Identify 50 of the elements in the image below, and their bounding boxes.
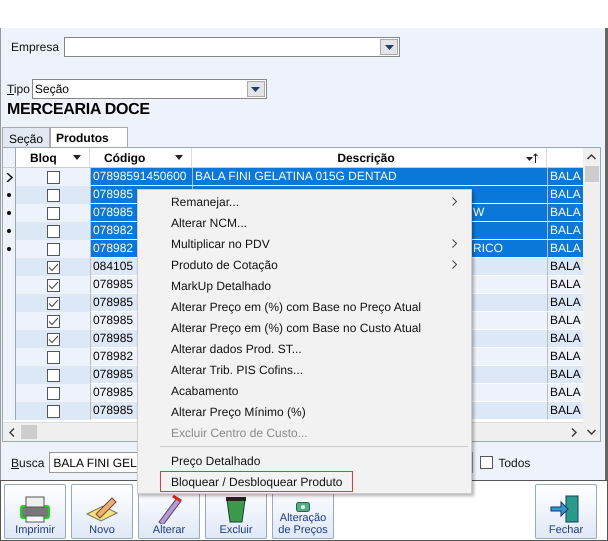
row-checkbox[interactable]	[46, 350, 60, 364]
row-checkbox[interactable]	[46, 404, 60, 418]
table-cell: BALA	[547, 222, 583, 240]
column-header[interactable]: Código	[90, 148, 192, 167]
row-checkbox[interactable]	[46, 368, 60, 382]
table-cell: BALA	[547, 240, 583, 258]
row-checkbox[interactable]	[46, 260, 60, 274]
section-title: MERCEARIA DOCE	[6, 100, 151, 119]
column-header[interactable]: Bloq	[16, 148, 90, 167]
todos-label: Todos	[498, 456, 530, 470]
row-checkbox[interactable]	[46, 386, 60, 400]
scroll-thumb[interactable]	[21, 425, 37, 439]
scroll-right-icon[interactable]	[571, 428, 577, 436]
empresa-label: Empresa	[11, 40, 60, 54]
table-cell: BALA FINI GELATINA 015G DENTAD	[192, 168, 547, 186]
tab[interactable]: Seção	[2, 127, 50, 147]
busca-label: Busca	[11, 456, 44, 470]
row-checkbox[interactable]	[46, 242, 60, 256]
sort-dropdown-icon[interactable]	[175, 155, 183, 160]
menu-item[interactable]: Preço Detalhado	[160, 450, 468, 471]
todos-checkbox[interactable]	[480, 456, 494, 469]
table-cell: 07898591450600	[90, 168, 192, 186]
table-cell: BALA	[547, 204, 583, 222]
vertical-scrollbar[interactable]	[583, 148, 600, 441]
row-checkbox[interactable]	[46, 188, 60, 202]
menu-item[interactable]: Bloquear / Desbloquear Produto	[160, 471, 354, 492]
money-icon	[296, 502, 310, 512]
table-cell: BALA	[547, 168, 583, 186]
row-checkbox[interactable]	[46, 170, 60, 184]
scroll-up-icon[interactable]	[587, 154, 596, 160]
row-checkbox[interactable]	[46, 278, 60, 292]
sort-dropdown-icon[interactable]	[73, 155, 81, 160]
row-checkbox[interactable]	[46, 332, 60, 346]
tab[interactable]: Produtos	[50, 127, 128, 147]
row-checkbox[interactable]	[46, 296, 60, 310]
row-checkbox[interactable]	[46, 314, 60, 328]
tipo-label: Tipo	[7, 82, 30, 96]
table-cell: BALA	[547, 186, 583, 204]
toolbar-button[interactable]: Imprimir	[4, 484, 66, 539]
scroll-thumb[interactable]	[584, 166, 598, 182]
scroll-down-icon[interactable]	[587, 429, 596, 435]
toolbar-button[interactable]: Fechar	[535, 484, 597, 539]
scroll-left-icon[interactable]	[9, 428, 15, 436]
printer-icon	[17, 494, 53, 524]
row-checkbox[interactable]	[46, 224, 60, 238]
row-checkbox[interactable]	[46, 206, 60, 220]
column-header[interactable]: Descrição	[192, 148, 547, 167]
sort-ascending-icon[interactable]	[526, 152, 538, 162]
tipo-dropdown[interactable]: Seção	[32, 79, 267, 99]
toolbar-button[interactable]: Novo	[71, 484, 133, 539]
